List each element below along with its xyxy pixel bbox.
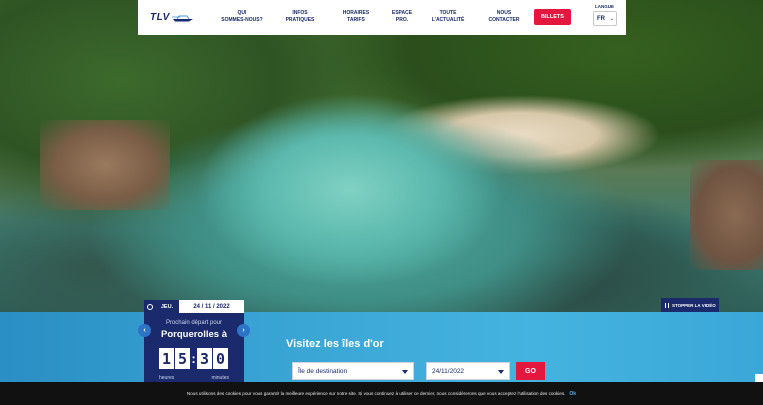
pause-icon: [665, 302, 669, 308]
logo-text: TLV: [150, 12, 170, 23]
language-select[interactable]: FR ⌄: [593, 11, 617, 26]
previous-island-button[interactable]: ‹: [138, 324, 151, 337]
next-departure-label: Prochain départ pour: [165, 320, 223, 326]
clock-digit: 3: [197, 348, 212, 369]
departure-date: 24 / 11 / 2022: [179, 300, 244, 313]
boat-logo-icon: [171, 15, 193, 21]
nav-item-contact[interactable]: NOUS CONTACTER: [482, 10, 526, 24]
minutes-label: minutes: [211, 375, 229, 381]
rock-outcrop: [690, 160, 763, 270]
chevron-right-icon: ›: [242, 327, 245, 334]
cookie-text: Nous utilisons des cookies pour vous gar…: [186, 391, 566, 396]
side-tab[interactable]: [755, 374, 763, 382]
clock-icon: [144, 300, 155, 313]
date-input[interactable]: 24/11/2022: [426, 362, 510, 380]
tlv-logo[interactable]: TLV: [150, 12, 212, 23]
nav-item-pro-space[interactable]: ESPACE PRO.: [384, 10, 420, 24]
cookie-banner: Nous utilisons des cookies pour vous gar…: [0, 382, 763, 405]
rock-outcrop: [40, 120, 170, 210]
chevron-down-icon: ⌄: [609, 16, 614, 22]
next-island-button[interactable]: ›: [237, 324, 250, 337]
search-title: Visitez les îles d'or: [286, 338, 384, 350]
destination-select[interactable]: Île de destination: [292, 362, 414, 380]
nav-item-news[interactable]: TOUTE L'ACTUALITÉ: [426, 10, 470, 24]
nav-item-practical-info[interactable]: INFOS PRATIQUES: [278, 10, 322, 24]
language-value: FR: [597, 15, 605, 22]
next-departure-card: Prochain départ pour Porquerolles à 1 5 …: [144, 313, 244, 382]
caret-down-icon: [402, 370, 408, 374]
hero-background-image: [0, 0, 763, 312]
stop-video-label: STOPPER LA VIDÉO: [672, 302, 716, 308]
departure-clock: 1 5 : 3 0: [159, 348, 228, 369]
go-button[interactable]: GO: [516, 362, 545, 380]
cookie-ok-button[interactable]: Ok: [569, 391, 576, 397]
clock-digit: 1: [159, 348, 174, 369]
nav-item-about[interactable]: QUI SOMMES-NOUS?: [220, 10, 264, 24]
tickets-button[interactable]: BILLETS: [534, 9, 571, 25]
top-navigation-bar: TLV QUI SOMMES-NOUS? INFOS PRATIQUES HOR…: [138, 0, 626, 35]
clock-digit: 0: [213, 348, 228, 369]
stop-video-button[interactable]: STOPPER LA VIDÉO: [661, 298, 719, 312]
departure-island: Porquerolles à: [161, 329, 227, 340]
hours-label: heures: [159, 375, 175, 381]
caret-down-icon: [498, 370, 504, 374]
clock-separator: :: [191, 351, 196, 366]
nav-item-schedules-prices[interactable]: HORAIRES TARIFS: [334, 10, 378, 24]
destination-placeholder: Île de destination: [298, 367, 348, 375]
departure-day: JEU.: [155, 300, 179, 313]
language-label: LANGUE: [595, 4, 614, 9]
clock-digit: 5: [175, 348, 190, 369]
clock-units: heures minutes: [159, 375, 229, 381]
chevron-left-icon: ‹: [143, 327, 146, 334]
departure-date-header: JEU. 24 / 11 / 2022: [144, 300, 244, 313]
date-value: 24/11/2022: [432, 367, 465, 375]
